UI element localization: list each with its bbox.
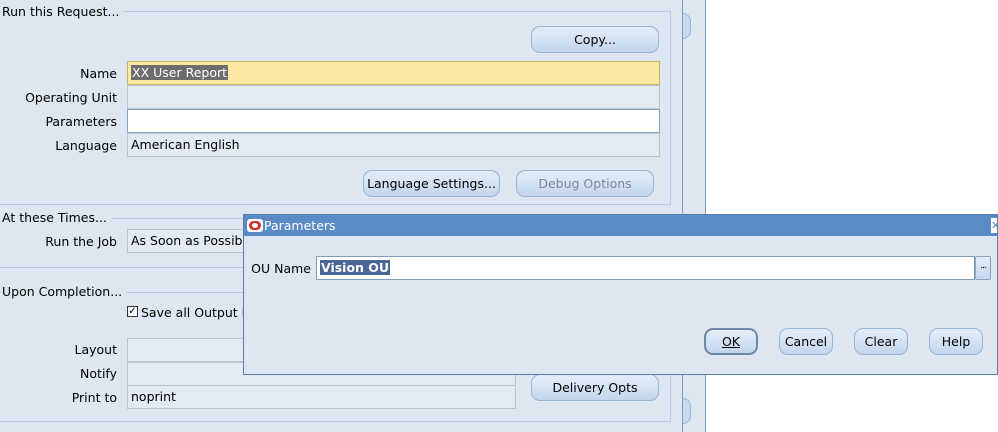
operating-unit-label: Operating Unit (25, 90, 117, 105)
name-field[interactable]: XX User Report (127, 61, 660, 85)
language-settings-button[interactable]: Language Settings... (363, 170, 500, 197)
parameters-dialog-title: Parameters (264, 218, 336, 233)
help-button-label: Help (941, 334, 971, 349)
run-request-group-title: Run this Request... (0, 5, 124, 19)
print-to-label: Print to (71, 390, 117, 405)
ou-name-value: Vision OU (320, 260, 391, 275)
parameters-dialog: Parameters ✕ OU Name Vision OU ... OK Ca… (243, 214, 998, 375)
debug-options-button[interactable]: Debug Options (516, 170, 654, 197)
copy-button-label: Copy... (574, 32, 616, 47)
delivery-opts-button[interactable]: Delivery Opts (531, 374, 659, 401)
oracle-logo-icon (247, 219, 263, 232)
list-of-values-icon: ... (980, 261, 987, 271)
parameters-dialog-titlebar[interactable]: Parameters ✕ (244, 215, 997, 236)
language-label: Language (55, 138, 117, 153)
notify-label: Notify (80, 366, 117, 381)
name-label: Name (80, 66, 117, 81)
schedule-group-title: At these Times... (0, 211, 111, 225)
ou-name-field[interactable]: Vision OU (316, 256, 975, 280)
parameters-field[interactable] (127, 109, 660, 133)
help-button[interactable]: Help (929, 328, 983, 355)
operating-unit-field[interactable] (127, 85, 660, 109)
language-settings-label: Language Settings... (367, 176, 496, 191)
cancel-button[interactable]: Cancel (779, 328, 833, 355)
background-button-bottom[interactable] (683, 398, 691, 424)
ok-button[interactable]: OK (704, 328, 758, 355)
clear-button-label: Clear (864, 334, 898, 349)
name-value: XX User Report (131, 65, 229, 80)
run-job-label: Run the Job (45, 234, 117, 249)
list-of-values-button[interactable]: ... (975, 256, 991, 280)
debug-options-label: Debug Options (538, 176, 632, 191)
parameters-label: Parameters (45, 114, 117, 129)
save-output-label: Save all Output F (141, 305, 249, 321)
clear-button[interactable]: Clear (854, 328, 908, 355)
copy-button[interactable]: Copy... (531, 26, 659, 53)
language-field[interactable]: American English (127, 133, 660, 157)
ok-button-label: OK (721, 334, 741, 349)
save-output-checkbox[interactable]: ✓ (127, 306, 138, 317)
completion-group-title: Upon Completion... (0, 285, 127, 299)
ou-name-label: OU Name (251, 261, 311, 276)
layout-label: Layout (74, 342, 118, 357)
cancel-button-label: Cancel (784, 334, 828, 349)
delivery-opts-label: Delivery Opts (552, 380, 638, 395)
print-to-field[interactable]: noprint (127, 385, 516, 409)
close-icon[interactable]: ✕ (991, 218, 997, 233)
save-output-label-text: Save all Output F (141, 305, 249, 320)
background-button-top[interactable] (683, 13, 691, 39)
